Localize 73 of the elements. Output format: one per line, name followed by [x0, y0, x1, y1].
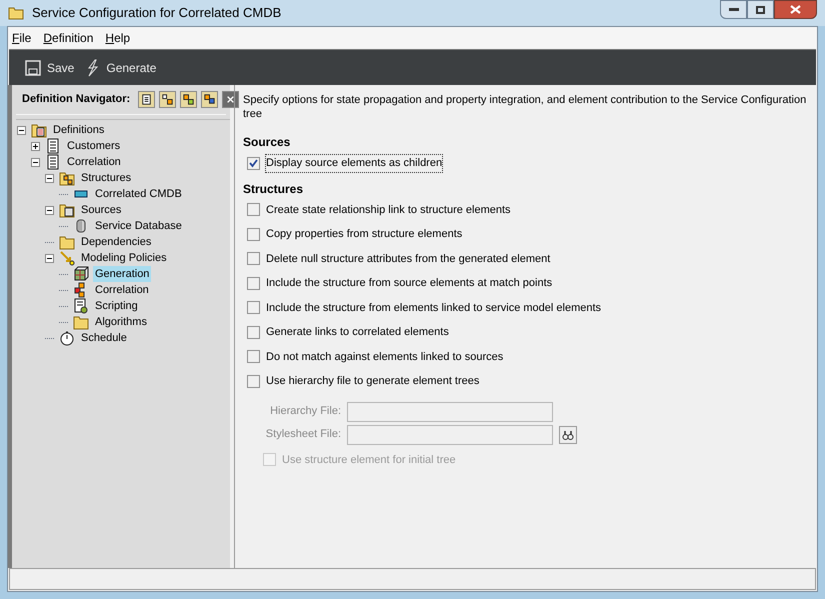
stopwatch-icon	[59, 330, 75, 346]
cube-icon	[73, 266, 89, 282]
field-label: Stylesheet File:	[264, 427, 341, 442]
folder-blocks-icon	[59, 170, 75, 186]
option-label[interactable]: Include the structure from source elements at match points	[266, 275, 552, 292]
option-label[interactable]: Create state relationship link to structure elements	[266, 202, 511, 218]
list-icon	[45, 138, 61, 154]
option-label[interactable]: Generate links to correlated elements	[266, 324, 449, 340]
new-document-icon[interactable]	[138, 91, 156, 108]
collapse-icon[interactable]	[31, 158, 40, 166]
move-blocks-icon[interactable]	[201, 91, 218, 108]
checkbox[interactable]	[247, 374, 260, 388]
tree-item[interactable]: Correlation	[65, 154, 123, 170]
section-heading: Structures	[243, 180, 304, 198]
option-label[interactable]: Include the structure from elements linked to service model elements	[266, 300, 602, 316]
tree-item[interactable]: Dependencies	[79, 234, 154, 250]
checkbox[interactable]	[247, 156, 260, 170]
close-icon	[790, 5, 801, 14]
checkbox[interactable]	[247, 301, 260, 314]
option-label[interactable]: Do not match against elements linked to sources	[266, 348, 504, 365]
field-label: Hierarchy File:	[269, 404, 341, 420]
expand-icon[interactable]	[31, 142, 40, 150]
folder-icon	[73, 314, 89, 330]
checkbox[interactable]	[247, 276, 260, 290]
tree-item[interactable]: Structures	[79, 170, 134, 186]
toolbar-button[interactable]: Save	[25, 58, 74, 76]
checkbox[interactable]	[247, 326, 260, 339]
tree-item[interactable]: Algorithms	[93, 314, 149, 330]
folder-list-icon	[31, 122, 47, 138]
tree-item[interactable]: Scripting	[93, 298, 140, 314]
checkbox[interactable]	[247, 228, 260, 241]
option-label[interactable]: Copy properties from structure elements	[266, 226, 462, 242]
close-button[interactable]	[774, 0, 817, 19]
checkbox[interactable]	[247, 350, 260, 364]
folder-pages-icon	[59, 202, 75, 218]
tree-item[interactable]: Customers	[65, 138, 122, 154]
minimize-button[interactable]	[720, 0, 747, 19]
tree-item[interactable]: Definitions	[51, 122, 106, 138]
list-icon	[45, 154, 61, 170]
toolbar-button[interactable]: Generate	[86, 58, 156, 76]
tree-item[interactable]: Correlation	[93, 282, 151, 298]
menu-item[interactable]: File	[12, 29, 32, 47]
tree-item[interactable]: Generation	[93, 266, 152, 282]
menu-item[interactable]: Help	[105, 29, 130, 47]
arrow-icon	[59, 250, 75, 266]
collapse-icon[interactable]	[45, 254, 54, 262]
tree-item[interactable]: Schedule	[79, 330, 129, 346]
tree-item[interactable]: Sources	[79, 202, 124, 218]
close-icon[interactable]	[222, 91, 240, 108]
folder-icon	[59, 234, 75, 250]
maximize-button[interactable]	[747, 0, 774, 19]
link-blocks-icon[interactable]	[180, 91, 198, 108]
option-label[interactable]: Use hierarchy file to generate element trees	[266, 373, 480, 390]
window-title: Service Configuration for Correlated CMDB	[32, 4, 282, 22]
description-text: Specify options for state propagation and property integration, and element contribution to the Service Configuration tree	[243, 93, 808, 121]
tree-item[interactable]: Correlated CMDB	[93, 186, 184, 202]
folder-icon	[8, 6, 24, 20]
menu-item[interactable]: Definition	[43, 29, 94, 47]
collapse-icon[interactable]	[45, 174, 54, 182]
option-label[interactable]: Delete null structure attributes from the generated element	[266, 250, 550, 267]
binoculars-icon	[562, 428, 574, 440]
script-icon	[73, 298, 89, 314]
tree-item[interactable]: Modeling Policies	[79, 250, 169, 266]
tree-item[interactable]: Service Database	[93, 218, 184, 234]
add-block-icon[interactable]	[159, 91, 176, 108]
collapse-icon[interactable]	[45, 206, 54, 214]
checkbox[interactable]	[247, 203, 260, 216]
option-label[interactable]: Display source elements as children	[266, 155, 442, 172]
section-heading: Sources	[243, 134, 292, 151]
collapse-icon[interactable]	[17, 126, 26, 134]
navigator-title: Definition Navigator:	[22, 92, 130, 108]
checkbox[interactable]	[247, 252, 260, 266]
lightning-icon	[86, 58, 100, 76]
